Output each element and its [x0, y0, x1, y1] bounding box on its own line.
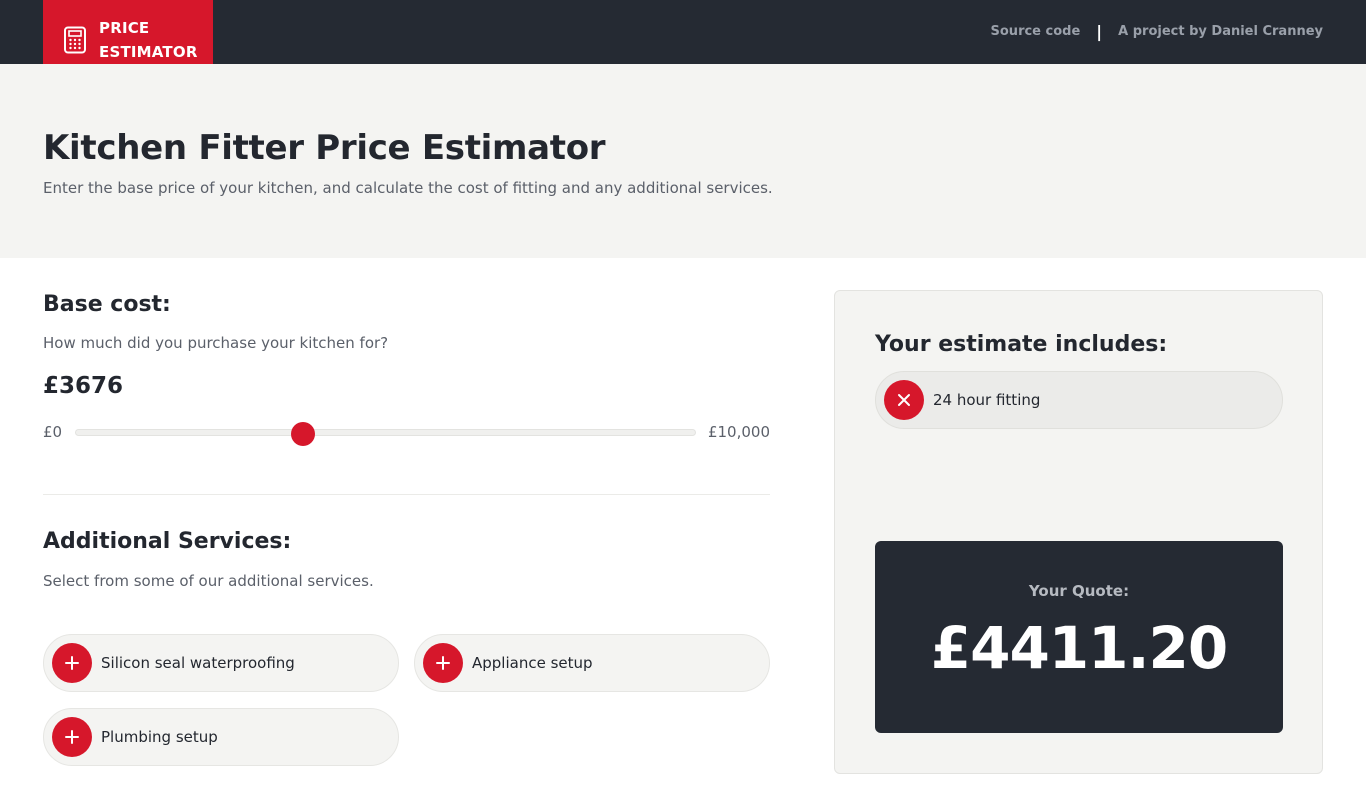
- quote-label: Your Quote:: [1028, 582, 1130, 600]
- quote-box: Your Quote: £4411.20: [875, 541, 1283, 733]
- base-cost-value: £3676: [43, 373, 124, 399]
- base-cost-title: Base cost:: [43, 292, 171, 317]
- service-label: Appliance setup: [472, 654, 593, 672]
- slider-thumb[interactable]: [291, 422, 316, 446]
- link-separator: |: [1096, 22, 1103, 41]
- base-cost-question: How much did you purchase your kitchen f…: [43, 334, 389, 352]
- logo-line-2: ESTIMATOR: [99, 43, 198, 61]
- page-subtitle: Enter the base price of your kitchen, an…: [43, 179, 773, 197]
- service-label: Silicon seal waterproofing: [101, 654, 295, 672]
- service-appliance-setup-button[interactable]: Appliance setup: [414, 634, 770, 692]
- hero-section: Kitchen Fitter Price Estimator Enter the…: [0, 64, 1366, 258]
- base-cost-slider-row: £0 £10,000: [43, 422, 770, 446]
- slider-max-label: £10,000: [707, 423, 770, 441]
- logo-line-1: PRICE: [99, 19, 150, 37]
- estimate-includes-title: Your estimate includes:: [875, 332, 1168, 357]
- header-links: Source code | A project by Daniel Cranne…: [991, 22, 1323, 41]
- base-cost-slider[interactable]: [75, 429, 696, 436]
- top-navbar: PRICE ESTIMATOR Source code | A project …: [0, 0, 1366, 80]
- close-icon[interactable]: [884, 380, 924, 420]
- estimate-panel: Your estimate includes: 24 hour fitting …: [834, 290, 1323, 774]
- additional-services-title: Additional Services:: [43, 529, 292, 554]
- service-plumbing-setup-button[interactable]: Plumbing setup: [43, 708, 399, 766]
- author-link[interactable]: A project by Daniel Cranney: [1118, 24, 1323, 39]
- plus-icon: [52, 643, 92, 683]
- included-label: 24 hour fitting: [933, 391, 1041, 409]
- source-code-link[interactable]: Source code: [991, 24, 1081, 39]
- plus-icon: [423, 643, 463, 683]
- plus-icon: [52, 717, 92, 757]
- quote-value: £4411.20: [930, 614, 1229, 682]
- calculator-icon: [64, 26, 86, 54]
- additional-services-subtitle: Select from some of our additional servi…: [43, 572, 374, 590]
- section-divider: [43, 494, 770, 495]
- slider-min-label: £0: [43, 423, 63, 441]
- included-24-hour-fitting[interactable]: 24 hour fitting: [875, 371, 1283, 429]
- logo-text: PRICE ESTIMATOR: [99, 16, 198, 64]
- service-label: Plumbing setup: [101, 728, 218, 746]
- service-silicon-seal-button[interactable]: Silicon seal waterproofing: [43, 634, 399, 692]
- page-title: Kitchen Fitter Price Estimator: [43, 128, 606, 168]
